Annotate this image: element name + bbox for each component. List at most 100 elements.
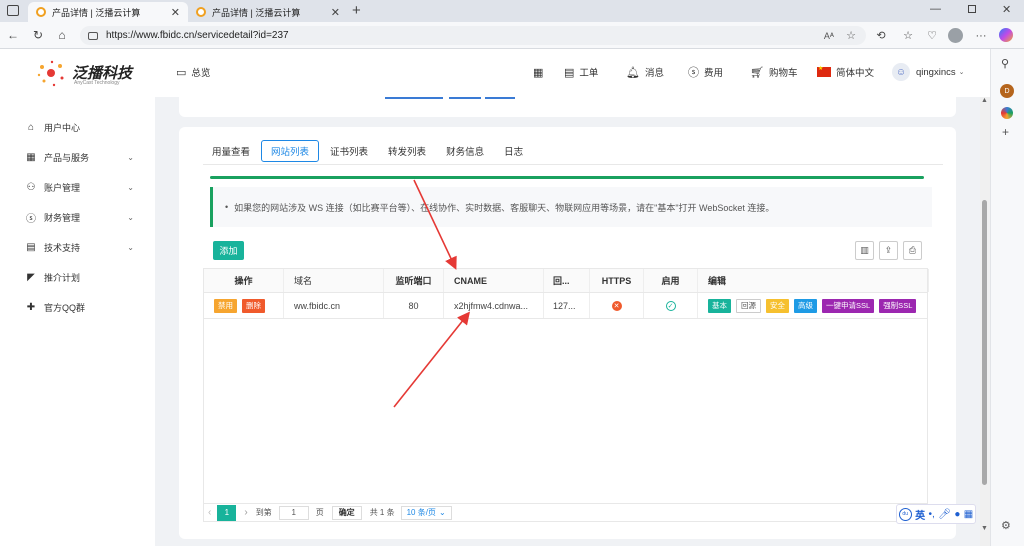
upper-card-tab-indicator [385,97,443,99]
chevron-down-icon: ⌄ [127,212,134,222]
tab-site-list[interactable]: 网站列表 [261,140,320,162]
site-info-icon[interactable] [88,31,98,40]
user-menu[interactable]: ☺ qingxincs ⌄ [892,63,964,81]
delete-button[interactable]: 删除 [242,298,265,313]
page-size-value: 10 条/页 [406,508,436,517]
force-ssl-button[interactable]: 强制SSL [879,298,917,313]
ime-punct-icon[interactable]: •, [929,509,935,520]
settings-icon[interactable]: ⚙ [1001,519,1011,532]
user-icon: ⚇ [26,181,36,193]
next-page-icon[interactable]: › [244,507,247,518]
websocket-notice: • 如果您的网站涉及 WS 连接（如比赛平台等）、在线协作、实时数据、客服聊天、… [210,187,932,227]
favorite-star-icon[interactable]: ☆ [846,29,856,42]
sidebar-item-user-center[interactable]: ⌂ 用户中心 [24,119,134,135]
column-header: 编辑 [698,269,929,292]
tab-forwarding[interactable]: 转发列表 [379,140,435,162]
more-menu-icon[interactable]: ··· [974,29,988,43]
scroll-down-icon[interactable]: ▼ [981,525,988,532]
apps-grid-button[interactable]: ▦ [533,64,548,80]
account-badge[interactable]: D [1000,84,1014,98]
sidebar-item-label: 产品与服务 [44,152,90,163]
sidebar-item-label: 技术支持 [44,242,81,253]
cart-icon: 🛒︎ [750,66,764,79]
refresh-icon[interactable]: ↻ [31,28,45,42]
add-panel-icon[interactable]: + [1002,125,1009,139]
ime-logo-icon[interactable]: du [898,507,912,521]
sidebar-item-label: 用户中心 [44,122,81,133]
minimize-icon[interactable]: — [930,3,941,15]
copilot-icon[interactable] [999,28,1013,42]
sidebar-item-label: 账户管理 [44,182,81,193]
notice-accent-bar [210,176,924,179]
sidebar-item-products[interactable]: ▦ 产品与服务 ⌄ [24,149,134,165]
brand-logo[interactable]: 泛播科技 AnyCast Technology [36,56,136,90]
plus-icon: ✚ [26,301,36,313]
cart-link[interactable]: 🛒︎ 购物车 [750,64,797,80]
sidebar-item-support[interactable]: ▤ 技术支持 ⌄ [24,239,134,255]
print-icon[interactable]: ⎙ [903,241,922,260]
chevron-down-icon: ⌄ [127,182,134,192]
sidebar-item-account[interactable]: ⚇ 账户管理 ⌄ [24,179,134,195]
tab-certificates[interactable]: 证书列表 [321,140,377,162]
language-selector[interactable]: 简体中文 [817,64,874,80]
ime-toolbar: du 英 •, 🎤︎ ● ▦ [896,504,976,524]
page-size-select[interactable]: 10 条/页 ⌄ [400,505,452,520]
extension-icon[interactable]: ⟲ [874,29,888,43]
url-bar[interactable]: https://www.fbidc.cn/servicedetail?id=23… [80,26,866,45]
sidebar-item-referral[interactable]: ◤ 推介计划 [24,269,134,285]
export-icon[interactable]: ⇪ [879,241,898,260]
tab-logs[interactable]: 日志 [495,140,532,162]
ime-user-icon[interactable]: ● [954,509,960,520]
sidebar-item-label: 官方QQ群 [44,302,86,313]
new-tab-button[interactable]: + [352,2,361,19]
disable-button[interactable]: 禁用 [214,298,237,313]
origin-button[interactable]: 回源 [736,298,761,313]
bubble-icon[interactable] [1001,107,1013,119]
ime-mode[interactable]: 英 [915,507,925,522]
close-tab-icon[interactable]: ✕ [331,6,340,19]
home-icon[interactable]: ⌂ [55,28,69,42]
send-icon: ◤ [27,271,35,283]
messages-link[interactable]: 🔔︎ 消息 [626,64,664,80]
billing-link[interactable]: ⓢ 费用 [688,64,723,80]
column-header: 操作 [204,269,284,292]
profile-avatar[interactable] [948,28,963,43]
scroll-up-icon[interactable]: ▲ [981,97,988,104]
ticket-label: 工单 [579,68,599,79]
apply-ssl-button[interactable]: 一键申请SSL [822,298,875,313]
close-tab-icon[interactable]: ✕ [171,6,180,19]
restore-icon[interactable] [968,5,976,13]
security-button[interactable]: 安全 [766,298,789,313]
favorites-icon[interactable]: ☆ [901,29,915,43]
tab-usage[interactable]: 用量查看 [203,140,259,162]
grid-icon: ▦ [533,66,544,79]
prev-page-icon[interactable]: ‹ [208,507,211,518]
browser-tab-1[interactable]: 产品详情 | 泛播云计算 ✕ [28,2,188,22]
advanced-button[interactable]: 高级 [794,298,817,313]
current-page[interactable]: 1 [217,504,237,521]
overview-link[interactable]: ▭ 总览 [176,64,210,80]
heart-icon[interactable]: ♡ [925,29,939,43]
back-icon[interactable]: ← [6,28,20,42]
ticket-link[interactable]: ▤ 工单 [564,64,598,80]
search-icon[interactable]: ⚲ [1001,57,1009,70]
sidebar-item-finance[interactable]: ⓢ 财务管理 ⌄ [24,209,134,225]
microphone-icon[interactable]: 🎤︎ [938,509,951,520]
bell-icon: 🔔︎ [626,66,640,79]
basic-button[interactable]: 基本 [708,298,731,313]
close-window-icon[interactable]: ✕ [1002,3,1011,16]
browser-tab-2[interactable]: 产品详情 | 泛播云计算 ✕ [188,2,348,22]
sidebar-toggle-icon[interactable] [7,5,19,16]
sidebar-item-qq-group[interactable]: ✚ 官方QQ群 [24,299,134,315]
goto-page-input[interactable]: 1 [278,505,309,520]
columns-icon[interactable]: ▥ [855,241,874,260]
scrollbar-thumb[interactable] [982,200,987,485]
goto-confirm-button[interactable]: 确定 [331,505,362,520]
total-count: 共 1 条 [369,508,395,517]
read-aloud-icon[interactable]: Aᴬ [824,31,834,41]
tab-finance[interactable]: 财务信息 [437,140,493,162]
tabs-divider [203,164,943,165]
ime-menu-icon[interactable]: ▦ [964,509,973,520]
url-text: https://www.fbidc.cn/servicedetail?id=23… [106,30,289,41]
add-site-button[interactable]: 添加 [213,241,244,260]
